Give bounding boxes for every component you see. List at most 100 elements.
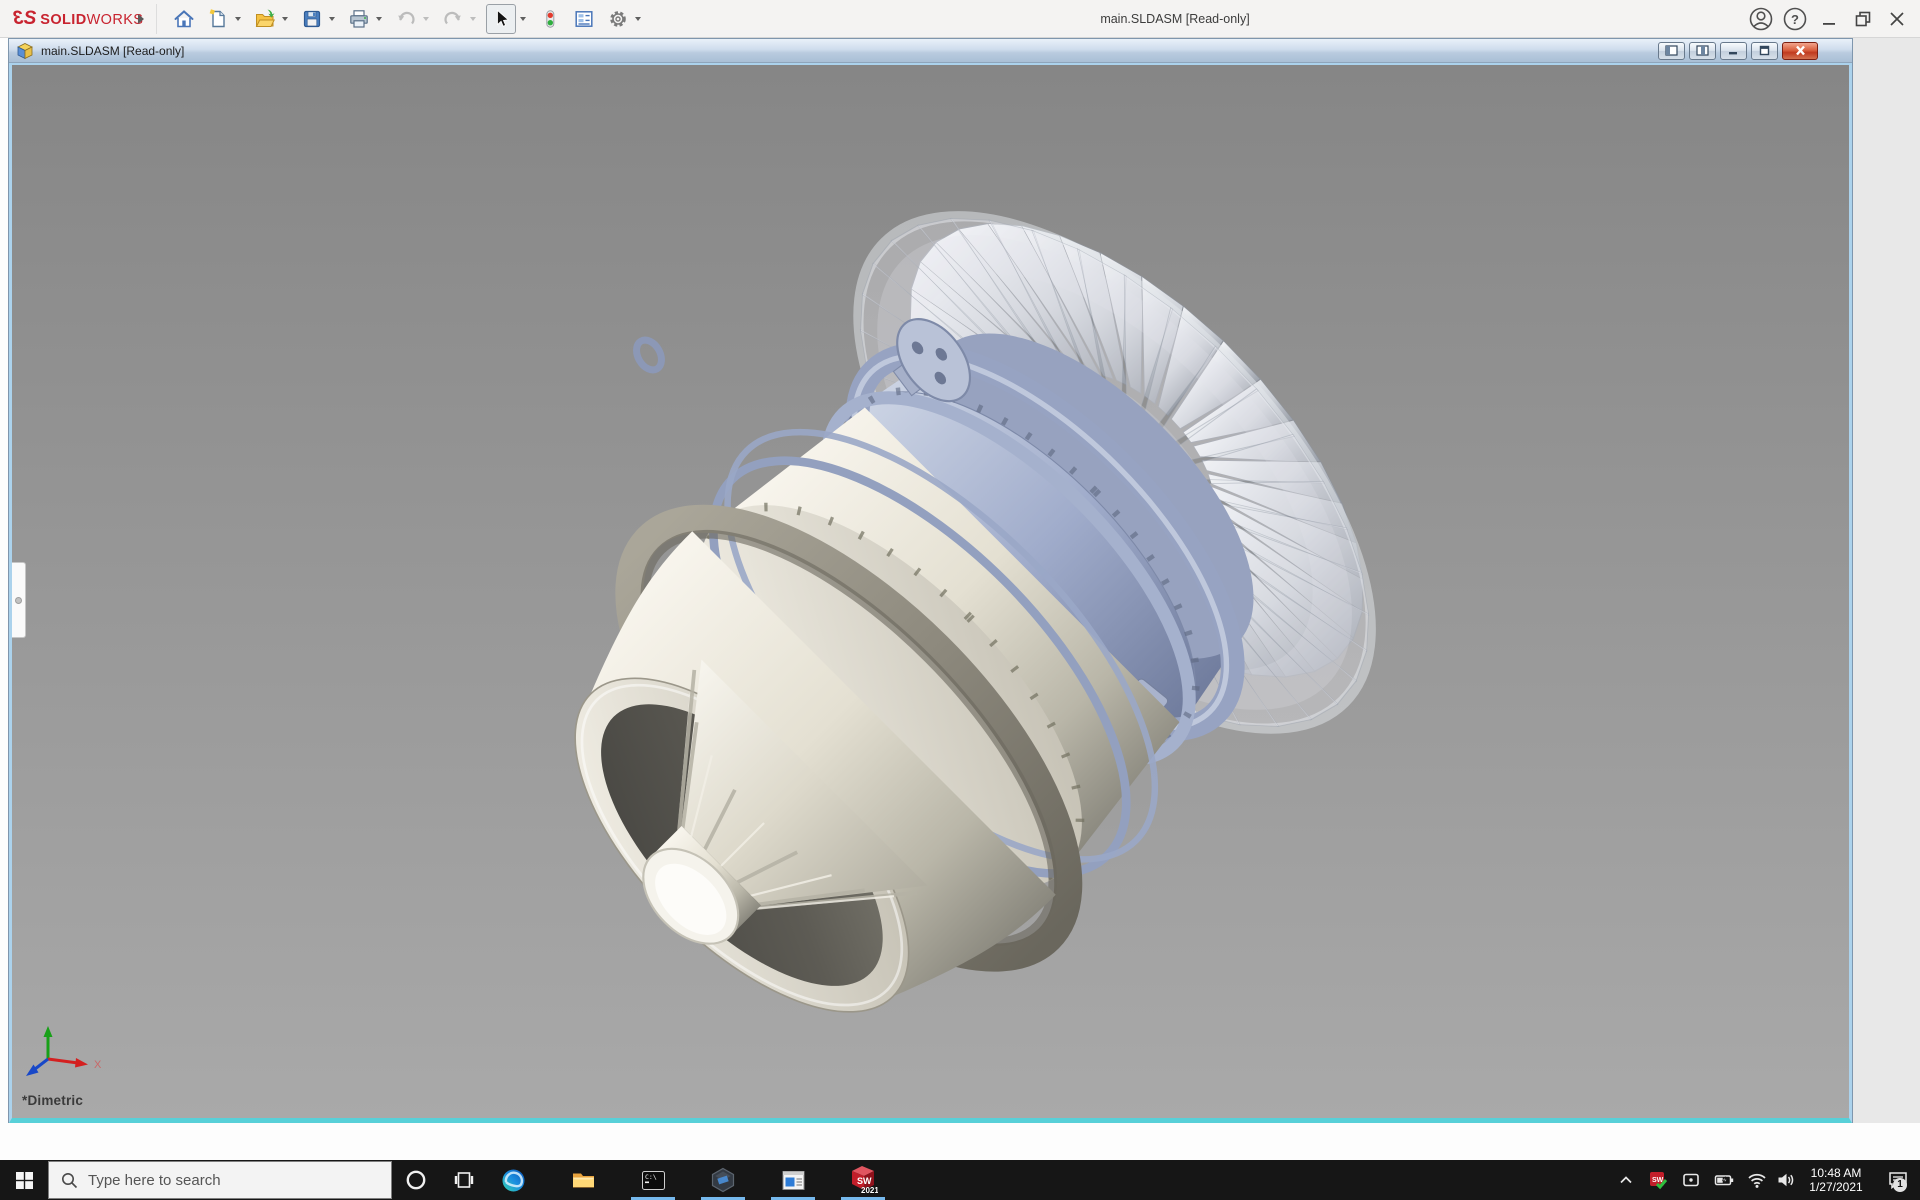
select-tool-dropdown[interactable] <box>516 4 529 34</box>
doc-minimize-button[interactable] <box>1720 41 1747 60</box>
home-button[interactable] <box>170 4 197 34</box>
search-icon <box>62 1172 78 1188</box>
account-button[interactable] <box>1744 2 1778 36</box>
pane-right-icon <box>1696 45 1709 56</box>
undo-icon <box>397 11 415 25</box>
print-icon <box>349 10 368 28</box>
sw-letters: SW <box>857 1176 872 1186</box>
jet-engine-model <box>574 211 1376 1013</box>
chevron-down-icon <box>422 17 429 21</box>
search-input[interactable] <box>88 1171 338 1189</box>
main-toolbar <box>170 0 651 38</box>
edge-button[interactable] <box>489 1160 537 1200</box>
viewport[interactable]: X *Dimetric <box>9 63 1852 1123</box>
client-background-strip <box>1852 38 1920 1123</box>
save-dropdown[interactable] <box>325 4 338 34</box>
taskbar-clock[interactable]: 10:48 AM 1/27/2021 <box>1798 1166 1874 1194</box>
undo-dropdown[interactable] <box>419 4 432 34</box>
start-button[interactable] <box>0 1160 48 1200</box>
chevron-down-icon <box>234 17 241 21</box>
open-button[interactable] <box>251 4 278 34</box>
hexagon-app-button[interactable] <box>699 1160 747 1200</box>
open-dropdown[interactable] <box>278 4 291 34</box>
new-document-icon <box>209 9 225 28</box>
show-hidden-icons-button[interactable] <box>1612 1160 1640 1200</box>
redo-button[interactable] <box>439 4 466 34</box>
chevron-down-icon <box>634 17 641 21</box>
solidworks-logo: 3S SOLID WORKS <box>14 8 144 29</box>
minimize-button[interactable] <box>1812 2 1846 36</box>
solidworks-taskbar-button[interactable]: SW 2021 <box>839 1160 887 1200</box>
wifi-icon <box>1748 1173 1766 1188</box>
taskbar-search[interactable] <box>48 1161 392 1199</box>
document-titlebar[interactable]: main.SLDASM [Read-only] <box>9 39 1852 63</box>
close-button[interactable] <box>1880 2 1914 36</box>
doc-pane-right-button[interactable] <box>1689 41 1716 60</box>
save-button[interactable] <box>298 4 325 34</box>
volume-tray-button[interactable] <box>1772 1160 1800 1200</box>
featuremanager-collapsed-tab[interactable] <box>12 562 26 638</box>
document-window-controls <box>1658 41 1852 60</box>
new-document-dropdown[interactable] <box>231 4 244 34</box>
new-document-button[interactable] <box>204 4 231 34</box>
help-button[interactable]: ? <box>1778 2 1812 36</box>
pane-left-icon <box>1665 45 1678 56</box>
app-window-button[interactable] <box>769 1160 817 1200</box>
window-controls: ? <box>1744 0 1914 38</box>
display-tray-button[interactable] <box>1677 1160 1705 1200</box>
cortana-button[interactable] <box>392 1160 440 1200</box>
home-icon <box>174 10 193 28</box>
file-explorer-button[interactable] <box>559 1160 607 1200</box>
clock-time: 10:48 AM <box>1810 1166 1862 1180</box>
help-icon: ? <box>1783 7 1807 31</box>
file-explorer-icon <box>572 1173 594 1187</box>
select-arrow-icon <box>497 9 510 27</box>
document-window: main.SLDASM [Read-only] X *Dimetric <box>8 38 1853 1123</box>
document-title: main.SLDASM [Read-only] <box>41 43 185 58</box>
orientation-triad: X <box>26 1026 102 1076</box>
task-view-icon <box>454 1172 474 1188</box>
battery-charging-icon <box>1714 1175 1733 1186</box>
redo-icon <box>443 11 461 25</box>
display-options-icon <box>574 11 593 27</box>
redo-dropdown[interactable] <box>466 4 479 34</box>
chevron-down-icon <box>519 17 526 21</box>
print-button[interactable] <box>345 4 372 34</box>
status-light-button[interactable] <box>536 4 563 34</box>
toolbar-expand-button[interactable] <box>134 11 148 27</box>
undo-button[interactable] <box>392 4 419 34</box>
doc-pane-left-button[interactable] <box>1658 41 1685 60</box>
chevron-down-icon <box>281 17 288 21</box>
close-icon <box>1890 12 1904 26</box>
display-options-button[interactable] <box>570 4 597 34</box>
sw-resource-monitor-tray[interactable]: SW <box>1644 1160 1672 1200</box>
edge-icon <box>502 1169 524 1191</box>
print-dropdown[interactable] <box>372 4 385 34</box>
chevron-down-icon <box>469 17 476 21</box>
settings-dropdown[interactable] <box>631 4 644 34</box>
view-orientation-label: *Dimetric <box>22 1093 84 1108</box>
windows-taskbar: C:\ SW 2021 <box>0 1160 1920 1200</box>
sw-resource-monitor-icon: SW <box>1649 1171 1667 1189</box>
triad-x-label: X <box>94 1059 102 1071</box>
app-window-icon <box>782 1170 804 1190</box>
speaker-icon <box>1778 1173 1794 1187</box>
doc-close-button[interactable] <box>1782 41 1818 60</box>
settings-button[interactable] <box>604 4 631 34</box>
restore-icon <box>1855 11 1871 27</box>
hexagon-app-icon <box>711 1167 735 1193</box>
doc-restore-button[interactable] <box>1751 41 1778 60</box>
sw-year: 2021 <box>861 1186 878 1195</box>
chevron-up-icon <box>1620 1176 1632 1184</box>
select-tool-button[interactable] <box>486 4 516 34</box>
task-view-button[interactable] <box>440 1160 488 1200</box>
restore-button[interactable] <box>1846 2 1880 36</box>
windows-logo-icon <box>15 1171 33 1189</box>
battery-tray-button[interactable] <box>1710 1160 1738 1200</box>
save-icon <box>303 10 320 28</box>
open-folder-icon <box>255 9 275 27</box>
wifi-tray-button[interactable] <box>1743 1160 1771 1200</box>
panel-handle-dot-icon <box>15 597 22 604</box>
dassault-3ds-glyph: 3S <box>14 8 36 29</box>
command-prompt-button[interactable]: C:\ <box>629 1160 677 1200</box>
